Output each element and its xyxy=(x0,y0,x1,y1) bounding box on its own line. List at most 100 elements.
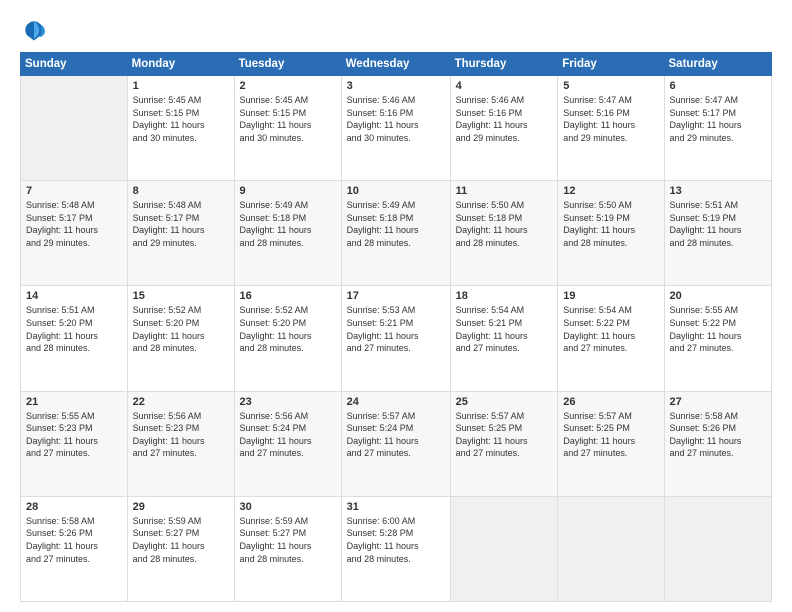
calendar-header: SundayMondayTuesdayWednesdayThursdayFrid… xyxy=(21,53,772,76)
day-number: 7 xyxy=(26,185,122,197)
calendar-cell: 8Sunrise: 5:48 AM Sunset: 5:17 PM Daylig… xyxy=(127,181,234,286)
day-detail: Sunrise: 5:51 AM Sunset: 5:19 PM Dayligh… xyxy=(670,199,767,249)
calendar-cell: 1 Sunrise: 5:45 AM Sunset: 5:15 PM Daylig… xyxy=(127,76,234,181)
day-number: 10 xyxy=(347,185,445,197)
day-detail: Sunrise: 5:45 AM Sunset: 5:15 PM Dayligh… xyxy=(133,94,229,144)
day-number: 12 xyxy=(563,185,658,197)
calendar-week-row: 28 Sunrise: 5:58 AM Sunset: 5:26 PM Dayli… xyxy=(21,496,772,601)
day-number: 20 xyxy=(670,290,767,302)
day-detail: Sunrise: 5:58 AM Sunset: 5:26 PM Dayligh… xyxy=(26,515,122,565)
calendar-cell: 11 Sunrise: 5:50 AM Sunset: 5:18 PM Dayli… xyxy=(450,181,558,286)
day-number: 15 xyxy=(133,290,229,302)
day-number: 21 xyxy=(26,396,122,408)
day-number: 5 xyxy=(563,80,658,92)
calendar-cell: 9 Sunrise: 5:49 AM Sunset: 5:18 PM Daylig… xyxy=(234,181,341,286)
day-detail: Sunrise: 5:50 AM Sunset: 5:19 PM Dayligh… xyxy=(563,199,658,249)
calendar-cell: 4 Sunrise: 5:46 AM Sunset: 5:16 PM Daylig… xyxy=(450,76,558,181)
day-number: 27 xyxy=(670,396,767,408)
calendar-cell: 14 Sunrise: 5:51 AM Sunset: 5:20 PM Dayli… xyxy=(21,286,128,391)
day-detail: Sunrise: 5:57 AM Sunset: 5:25 PM Dayligh… xyxy=(563,410,658,460)
day-detail: Sunrise: 5:53 AM Sunset: 5:21 PM Dayligh… xyxy=(347,304,445,354)
day-detail: Sunrise: 5:50 AM Sunset: 5:18 PM Dayligh… xyxy=(456,199,553,249)
logo xyxy=(20,16,52,44)
calendar-cell xyxy=(21,76,128,181)
day-number: 3 xyxy=(347,80,445,92)
calendar-cell: 26Sunrise: 5:57 AM Sunset: 5:25 PM Dayli… xyxy=(558,391,664,496)
day-number: 9 xyxy=(240,185,336,197)
day-number: 13 xyxy=(670,185,767,197)
day-detail: Sunrise: 5:47 AM Sunset: 5:17 PM Dayligh… xyxy=(670,94,767,144)
weekday-header-saturday: Saturday xyxy=(664,53,772,76)
day-number: 17 xyxy=(347,290,445,302)
day-detail: Sunrise: 5:56 AM Sunset: 5:23 PM Dayligh… xyxy=(133,410,229,460)
day-detail: Sunrise: 5:49 AM Sunset: 5:18 PM Dayligh… xyxy=(347,199,445,249)
day-detail: Sunrise: 5:52 AM Sunset: 5:20 PM Dayligh… xyxy=(133,304,229,354)
day-detail: Sunrise: 5:57 AM Sunset: 5:25 PM Dayligh… xyxy=(456,410,553,460)
calendar-body: 1 Sunrise: 5:45 AM Sunset: 5:15 PM Daylig… xyxy=(21,76,772,602)
day-number: 25 xyxy=(456,396,553,408)
calendar-cell xyxy=(450,496,558,601)
day-detail: Sunrise: 5:52 AM Sunset: 5:20 PM Dayligh… xyxy=(240,304,336,354)
day-number: 2 xyxy=(240,80,336,92)
calendar-cell: 10 Sunrise: 5:49 AM Sunset: 5:18 PM Dayli… xyxy=(341,181,450,286)
weekday-header-sunday: Sunday xyxy=(21,53,128,76)
day-number: 31 xyxy=(347,501,445,513)
day-detail: Sunrise: 5:54 AM Sunset: 5:22 PM Dayligh… xyxy=(563,304,658,354)
calendar-cell xyxy=(664,496,772,601)
day-number: 30 xyxy=(240,501,336,513)
calendar-cell: 28 Sunrise: 5:58 AM Sunset: 5:26 PM Dayli… xyxy=(21,496,128,601)
calendar-cell: 24 Sunrise: 5:57 AM Sunset: 5:24 PM Dayli… xyxy=(341,391,450,496)
calendar-cell: 16 Sunrise: 5:52 AM Sunset: 5:20 PM Dayli… xyxy=(234,286,341,391)
day-number: 6 xyxy=(670,80,767,92)
weekday-header-thursday: Thursday xyxy=(450,53,558,76)
header xyxy=(20,16,772,44)
weekday-header-friday: Friday xyxy=(558,53,664,76)
day-number: 24 xyxy=(347,396,445,408)
day-detail: Sunrise: 6:00 AM Sunset: 5:28 PM Dayligh… xyxy=(347,515,445,565)
day-detail: Sunrise: 5:45 AM Sunset: 5:15 PM Dayligh… xyxy=(240,94,336,144)
calendar-week-row: 7 Sunrise: 5:48 AM Sunset: 5:17 PM Daylig… xyxy=(21,181,772,286)
calendar-cell: 15 Sunrise: 5:52 AM Sunset: 5:20 PM Dayli… xyxy=(127,286,234,391)
day-number: 1 xyxy=(133,80,229,92)
calendar-cell: 30Sunrise: 5:59 AM Sunset: 5:27 PM Dayli… xyxy=(234,496,341,601)
calendar-cell: 12 Sunrise: 5:50 AM Sunset: 5:19 PM Dayli… xyxy=(558,181,664,286)
calendar-cell: 19 Sunrise: 5:54 AM Sunset: 5:22 PM Dayli… xyxy=(558,286,664,391)
calendar-cell: 20 Sunrise: 5:55 AM Sunset: 5:22 PM Dayli… xyxy=(664,286,772,391)
calendar-cell: 13 Sunrise: 5:51 AM Sunset: 5:19 PM Dayli… xyxy=(664,181,772,286)
day-detail: Sunrise: 5:56 AM Sunset: 5:24 PM Dayligh… xyxy=(240,410,336,460)
day-detail: Sunrise: 5:48 AM Sunset: 5:17 PM Dayligh… xyxy=(133,199,229,249)
calendar-cell: 5 Sunrise: 5:47 AM Sunset: 5:16 PM Daylig… xyxy=(558,76,664,181)
day-number: 11 xyxy=(456,185,553,197)
calendar-cell: 29Sunrise: 5:59 AM Sunset: 5:27 PM Dayli… xyxy=(127,496,234,601)
day-detail: Sunrise: 5:59 AM Sunset: 5:27 PM Dayligh… xyxy=(133,515,229,565)
day-number: 19 xyxy=(563,290,658,302)
day-detail: Sunrise: 5:55 AM Sunset: 5:23 PM Dayligh… xyxy=(26,410,122,460)
calendar-cell: 17 Sunrise: 5:53 AM Sunset: 5:21 PM Dayli… xyxy=(341,286,450,391)
day-number: 16 xyxy=(240,290,336,302)
day-detail: Sunrise: 5:55 AM Sunset: 5:22 PM Dayligh… xyxy=(670,304,767,354)
calendar-cell: 7Sunrise: 5:48 AM Sunset: 5:17 PM Daylig… xyxy=(21,181,128,286)
day-number: 28 xyxy=(26,501,122,513)
day-detail: Sunrise: 5:57 AM Sunset: 5:24 PM Dayligh… xyxy=(347,410,445,460)
weekday-header-row: SundayMondayTuesdayWednesdayThursdayFrid… xyxy=(21,53,772,76)
day-number: 22 xyxy=(133,396,229,408)
calendar-cell: 21 Sunrise: 5:55 AM Sunset: 5:23 PM Dayli… xyxy=(21,391,128,496)
calendar-cell: 3 Sunrise: 5:46 AM Sunset: 5:16 PM Daylig… xyxy=(341,76,450,181)
weekday-header-monday: Monday xyxy=(127,53,234,76)
day-detail: Sunrise: 5:51 AM Sunset: 5:20 PM Dayligh… xyxy=(26,304,122,354)
calendar-week-row: 1 Sunrise: 5:45 AM Sunset: 5:15 PM Daylig… xyxy=(21,76,772,181)
day-number: 4 xyxy=(456,80,553,92)
day-detail: Sunrise: 5:46 AM Sunset: 5:16 PM Dayligh… xyxy=(347,94,445,144)
calendar-cell: 2 Sunrise: 5:45 AM Sunset: 5:15 PM Daylig… xyxy=(234,76,341,181)
calendar-week-row: 14 Sunrise: 5:51 AM Sunset: 5:20 PM Dayli… xyxy=(21,286,772,391)
calendar-cell: 25 Sunrise: 5:57 AM Sunset: 5:25 PM Dayli… xyxy=(450,391,558,496)
day-detail: Sunrise: 5:47 AM Sunset: 5:16 PM Dayligh… xyxy=(563,94,658,144)
calendar-cell xyxy=(558,496,664,601)
day-number: 18 xyxy=(456,290,553,302)
weekday-header-wednesday: Wednesday xyxy=(341,53,450,76)
day-detail: Sunrise: 5:46 AM Sunset: 5:16 PM Dayligh… xyxy=(456,94,553,144)
day-detail: Sunrise: 5:54 AM Sunset: 5:21 PM Dayligh… xyxy=(456,304,553,354)
day-detail: Sunrise: 5:49 AM Sunset: 5:18 PM Dayligh… xyxy=(240,199,336,249)
day-number: 14 xyxy=(26,290,122,302)
calendar-cell: 6 Sunrise: 5:47 AM Sunset: 5:17 PM Daylig… xyxy=(664,76,772,181)
